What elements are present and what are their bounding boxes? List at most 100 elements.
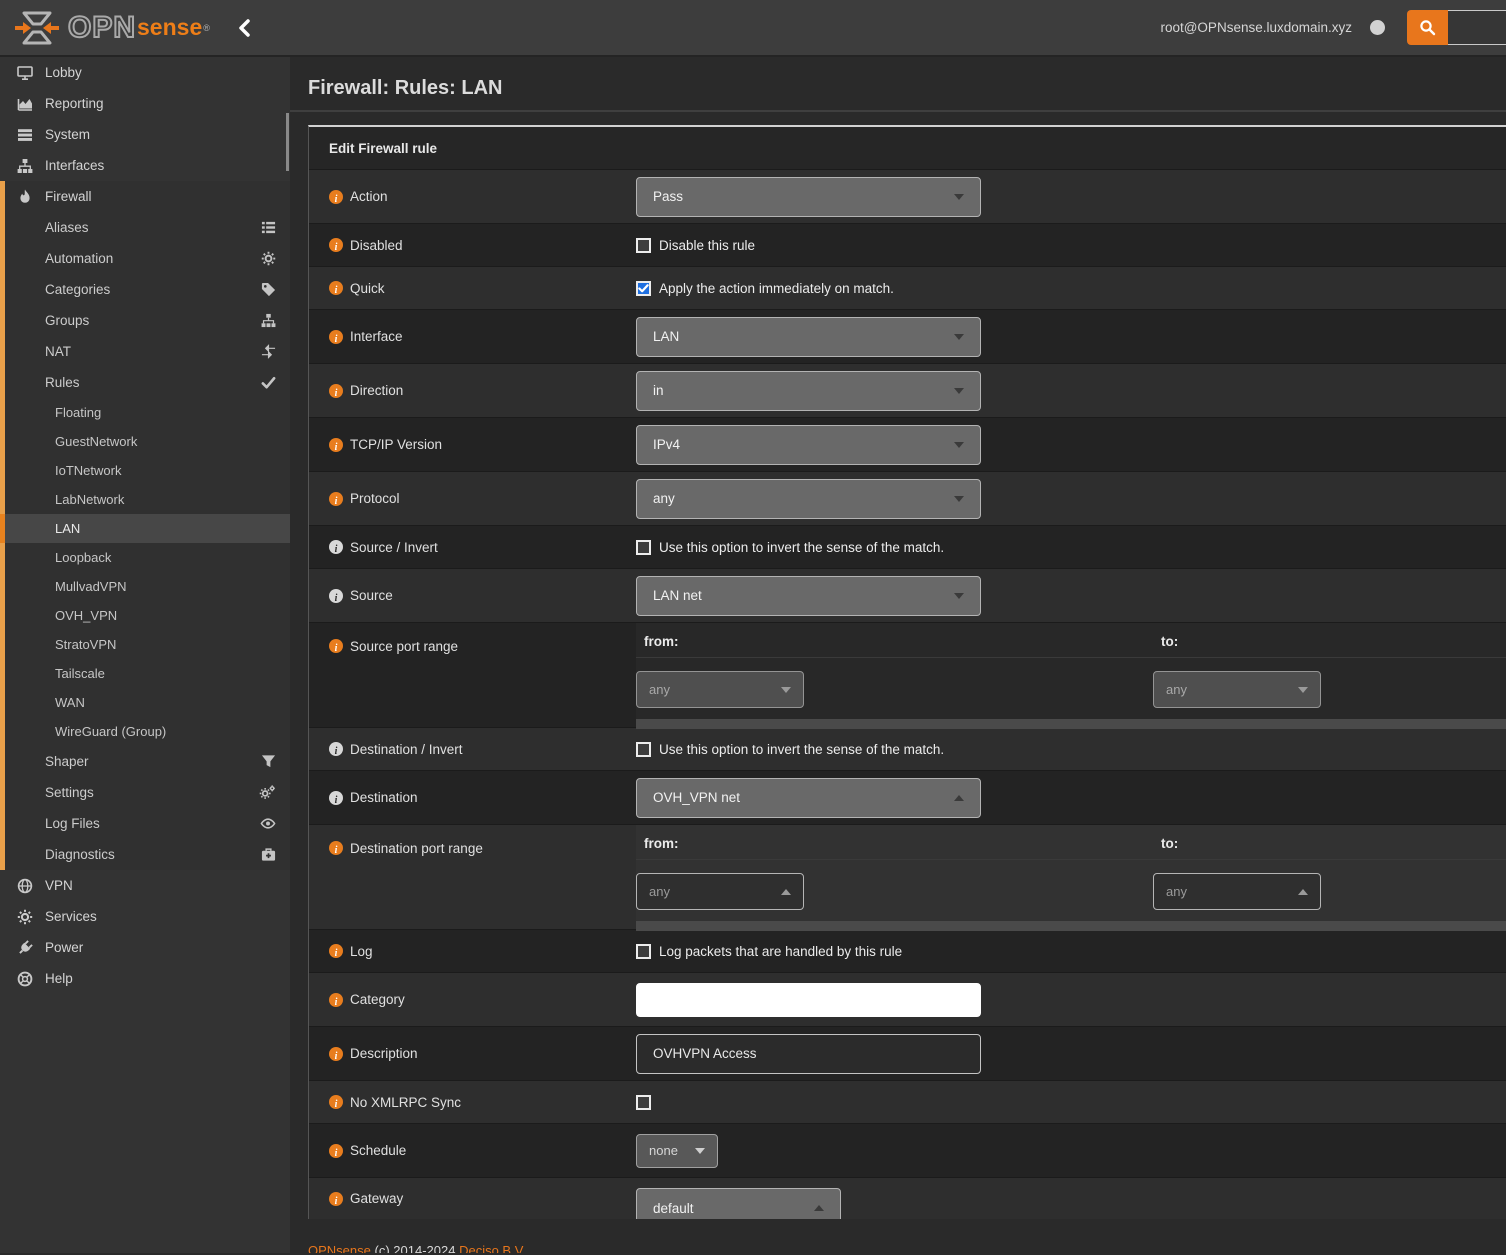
tag-icon (261, 282, 276, 297)
sidebar-item-lobby[interactable]: Lobby (0, 57, 290, 88)
disabled-checkbox[interactable] (636, 238, 651, 253)
rules-item-wireguard-group[interactable]: WireGuard (Group) (5, 717, 290, 746)
schedule-select[interactable]: none (636, 1134, 718, 1168)
sidebar-item-automation[interactable]: Automation (5, 243, 290, 274)
destination-select[interactable]: OVH_VPN net (636, 778, 981, 818)
info-icon[interactable] (329, 791, 343, 805)
info-icon[interactable] (329, 1047, 343, 1061)
sidebar-item-aliases[interactable]: Aliases (5, 212, 290, 243)
field-label: Schedule (350, 1143, 406, 1158)
gears-icon (259, 785, 276, 800)
sidebar-item-help[interactable]: Help (0, 963, 290, 994)
sidebar-scrollbar-thumb[interactable] (286, 113, 289, 171)
rules-item-labnetwork[interactable]: LabNetwork (5, 485, 290, 514)
info-icon[interactable] (329, 438, 343, 452)
interface-select[interactable]: LAN (636, 317, 981, 357)
direction-select[interactable]: in (636, 371, 981, 411)
rules-item-ovh-vpn[interactable]: OVH_VPN (5, 601, 290, 630)
source-invert-checkbox[interactable] (636, 540, 651, 555)
sidebar-item-power[interactable]: Power (0, 932, 290, 963)
deciso-footer-link[interactable]: Deciso B.V. (459, 1243, 526, 1253)
category-input[interactable] (636, 983, 981, 1017)
sidebar-item-groups[interactable]: Groups (5, 305, 290, 336)
sidebar-item-categories[interactable]: Categories (5, 274, 290, 305)
sidebar-item-rules[interactable]: Rules (5, 367, 290, 398)
info-icon[interactable] (329, 238, 343, 252)
sidebar-item-diagnostics[interactable]: Diagnostics (5, 839, 290, 870)
info-icon[interactable] (329, 492, 343, 506)
sidebar-item-services[interactable]: Services (0, 901, 290, 932)
no-xmlrpc-checkbox[interactable] (636, 1095, 651, 1110)
brand-text-primary: OPN (68, 13, 136, 43)
page-title: Firewall: Rules: LAN (308, 77, 502, 99)
info-icon[interactable] (329, 384, 343, 398)
info-icon[interactable] (329, 742, 343, 756)
eye-icon (260, 816, 276, 831)
row-protocol: Protocol any (309, 472, 1506, 526)
chevron-down-icon (954, 388, 964, 394)
info-icon[interactable] (329, 993, 343, 1007)
exchange-icon (261, 344, 276, 359)
info-icon[interactable] (329, 639, 343, 653)
gear-icon (15, 909, 34, 925)
sidebar-item-nat[interactable]: NAT (5, 336, 290, 367)
info-icon[interactable] (329, 944, 343, 958)
info-icon[interactable] (329, 330, 343, 344)
row-source-invert: Source / Invert Use this option to inver… (309, 526, 1506, 569)
search-input[interactable] (1448, 10, 1506, 45)
destination-invert-checkbox[interactable] (636, 742, 651, 757)
rules-item-iotnetwork[interactable]: IoTNetwork (5, 456, 290, 485)
info-icon[interactable] (329, 589, 343, 603)
log-checkbox[interactable] (636, 944, 651, 959)
info-icon[interactable] (329, 281, 343, 295)
info-icon[interactable] (329, 540, 343, 554)
row-direction: Direction in (309, 364, 1506, 418)
chevron-down-icon (1298, 687, 1308, 693)
sitemap-icon (15, 158, 34, 174)
description-input[interactable] (636, 1034, 981, 1074)
source-port-from-select[interactable]: any (636, 671, 804, 708)
tcpip-version-select[interactable]: IPv4 (636, 425, 981, 465)
destination-port-to-select[interactable]: any (1153, 873, 1321, 910)
checkbox-label: Apply the action immediately on match. (659, 281, 894, 296)
info-icon[interactable] (329, 1144, 343, 1158)
field-label: Log (350, 944, 373, 959)
rules-item-lan[interactable]: LAN (5, 514, 290, 543)
source-select[interactable]: LAN net (636, 576, 981, 616)
sidebar-item-system[interactable]: System (0, 119, 290, 150)
destination-port-from-select[interactable]: any (636, 873, 804, 910)
opnsense-footer-link[interactable]: OPNsense (308, 1243, 371, 1253)
info-icon[interactable] (329, 841, 343, 855)
sidebar-item-shaper[interactable]: Shaper (5, 746, 290, 777)
logged-in-user: root@OPNsense.luxdomain.xyz (1160, 20, 1352, 35)
rules-item-mullvadvpn[interactable]: MullvadVPN (5, 572, 290, 601)
sidebar-item-label: System (45, 127, 90, 142)
action-select[interactable]: Pass (636, 177, 981, 217)
sidebar-item-log-files[interactable]: Log Files (5, 808, 290, 839)
field-label: Destination / Invert (350, 742, 463, 757)
field-label: Source port range (350, 639, 458, 654)
rules-item-floating[interactable]: Floating (5, 398, 290, 427)
rules-item-tailscale[interactable]: Tailscale (5, 659, 290, 688)
quick-checkbox[interactable] (636, 281, 651, 296)
sidebar-item-interfaces[interactable]: Interfaces (0, 150, 290, 181)
sidebar-item-settings[interactable]: Settings (5, 777, 290, 808)
sidebar-collapse-button[interactable] (238, 19, 250, 37)
info-icon[interactable] (329, 190, 343, 204)
rules-item-loopback[interactable]: Loopback (5, 543, 290, 572)
row-no-xmlrpc-sync: No XMLRPC Sync (309, 1081, 1506, 1124)
rules-item-guestnetwork[interactable]: GuestNetwork (5, 427, 290, 456)
rules-item-stratovpn[interactable]: StratoVPN (5, 630, 290, 659)
info-icon[interactable] (329, 1095, 343, 1109)
sidebar-item-reporting[interactable]: Reporting (0, 88, 290, 119)
search-button[interactable] (1407, 10, 1448, 45)
protocol-select[interactable]: any (636, 479, 981, 519)
sidebar-item-firewall[interactable]: Firewall (5, 181, 290, 212)
sidebar-item-label: Shaper (45, 754, 89, 769)
chevron-down-icon (954, 194, 964, 200)
source-port-to-select[interactable]: any (1153, 671, 1321, 708)
rules-item-wan[interactable]: WAN (5, 688, 290, 717)
info-icon[interactable] (329, 1192, 343, 1206)
gateway-select[interactable]: default (636, 1188, 841, 1219)
sidebar-item-vpn[interactable]: VPN (0, 870, 290, 901)
